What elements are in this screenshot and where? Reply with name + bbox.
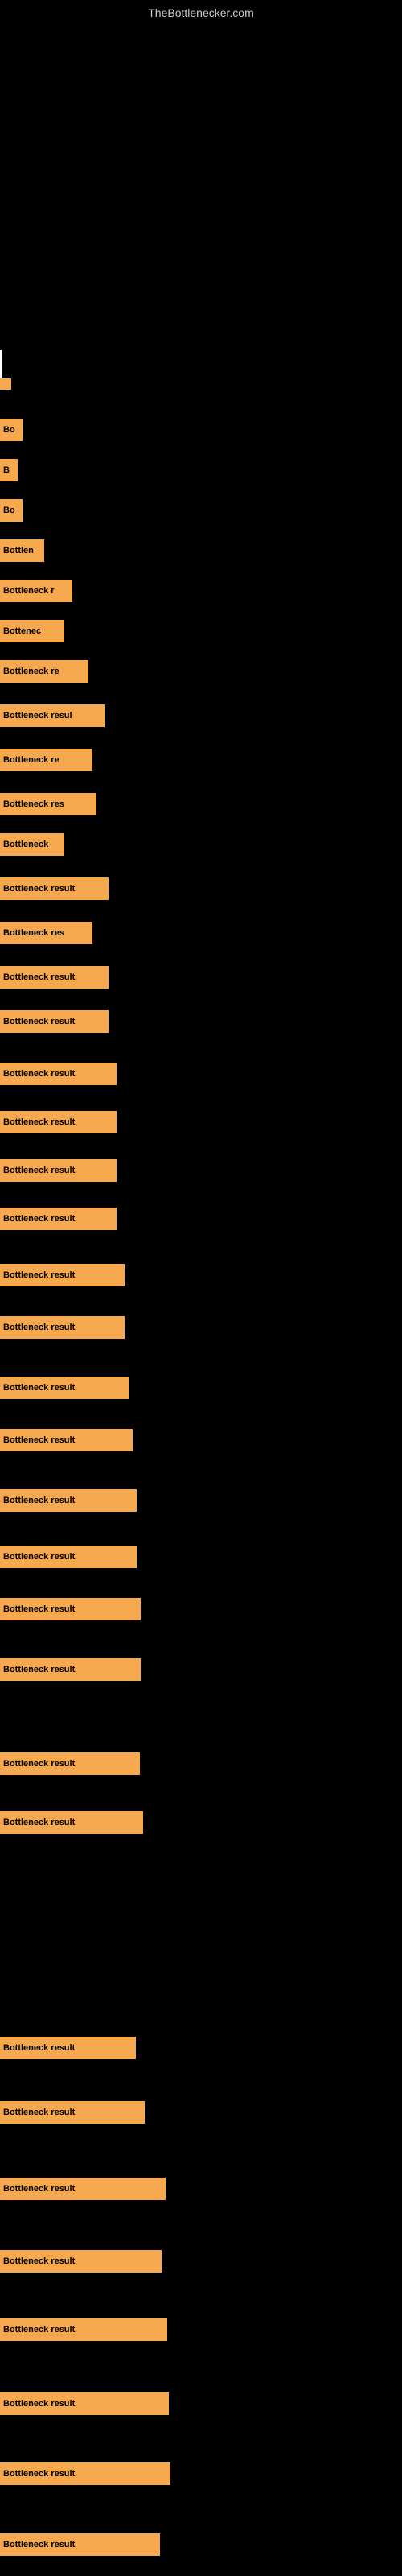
bottleneck-bar: Bottleneck: [0, 833, 64, 856]
bottleneck-bar: Bottlen: [0, 539, 44, 562]
site-title: TheBottlenecker.com: [148, 6, 254, 19]
bottleneck-bar: Bottleneck result: [0, 2101, 145, 2124]
bottleneck-bar: Bottleneck result: [0, 1811, 143, 1834]
bottleneck-bar: Bottleneck re: [0, 749, 92, 771]
bottleneck-bar: Bottleneck result: [0, 1546, 137, 1568]
bottleneck-bar: Bottleneck result: [0, 2178, 166, 2200]
bottleneck-bar: Bottleneck resul: [0, 704, 105, 727]
bottleneck-bar: Bo: [0, 499, 23, 522]
bottleneck-bar: Bottleneck result: [0, 1010, 109, 1033]
bottleneck-bar: Bottleneck res: [0, 922, 92, 944]
bottleneck-bar: Bottleneck result: [0, 2037, 136, 2059]
bottleneck-bar: Bottleneck result: [0, 966, 109, 989]
bottleneck-bar: Bottleneck result: [0, 1429, 133, 1451]
bottleneck-bar: Bottleneck res: [0, 793, 96, 815]
bottleneck-bar: Bottleneck result: [0, 1063, 117, 1085]
bottleneck-bar: Bottleneck result: [0, 1159, 117, 1182]
bottleneck-bar: Bottleneck result: [0, 2462, 170, 2485]
bottleneck-bar: Bo: [0, 419, 23, 441]
bottleneck-bar: Bottleneck result: [0, 1316, 125, 1339]
bottleneck-bar: Bottleneck result: [0, 2533, 160, 2556]
bottleneck-bar: Bottenec: [0, 620, 64, 642]
bottleneck-bar: B: [0, 459, 18, 481]
bottleneck-bar: Bottleneck result: [0, 1208, 117, 1230]
bottleneck-bar: Bottleneck result: [0, 1752, 140, 1775]
bottleneck-bar: Bottleneck result: [0, 2318, 167, 2341]
bottleneck-bar: Bottleneck r: [0, 580, 72, 602]
bottleneck-bar: Bottleneck result: [0, 2250, 162, 2273]
bottleneck-bar: Bottleneck result: [0, 1111, 117, 1133]
bottleneck-bar: Bottleneck result: [0, 1264, 125, 1286]
bottleneck-bar-tiny: [0, 378, 11, 390]
bottleneck-bar: Bottleneck result: [0, 1598, 141, 1620]
bottleneck-bar: Bottleneck result: [0, 1377, 129, 1399]
bottleneck-bar: Bottleneck result: [0, 2392, 169, 2415]
bottleneck-bar: Bottleneck re: [0, 660, 88, 683]
bottleneck-bar: Bottleneck result: [0, 1489, 137, 1512]
cursor-indicator: [0, 350, 2, 382]
bottleneck-bar: Bottleneck result: [0, 877, 109, 900]
bottleneck-bar: Bottleneck result: [0, 1658, 141, 1681]
